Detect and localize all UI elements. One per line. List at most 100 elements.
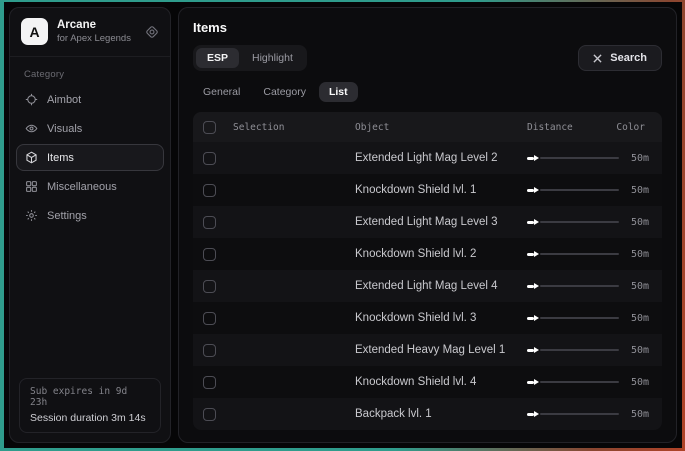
column-header-object: Object (355, 122, 527, 133)
slider-track[interactable] (540, 157, 619, 159)
sidebar-item-aimbot[interactable]: Aimbot (16, 86, 164, 113)
distance-value: 50m (631, 217, 649, 228)
grid-icon (25, 180, 38, 193)
select-all-checkbox[interactable] (203, 121, 216, 134)
slider-track[interactable] (540, 349, 619, 351)
column-header-color: Color (614, 122, 654, 133)
table-row: Extended Heavy Mag Level 1 50m (193, 334, 662, 366)
distance-slider[interactable] (527, 187, 619, 193)
slider-track[interactable] (540, 253, 619, 255)
tab-highlight[interactable]: Highlight (241, 48, 304, 68)
screen-frame: A Arcane for Apex Legends Category (0, 0, 685, 451)
table-row: Extended Light Mag Level 2 50m (193, 142, 662, 174)
slider-thumb-head (534, 155, 539, 161)
main-panel: Items ESP Highlight Search General Categ… (178, 7, 677, 443)
search-button[interactable]: Search (578, 45, 662, 71)
slider-thumb[interactable] (527, 189, 534, 192)
sidebar: A Arcane for Apex Legends Category (9, 7, 171, 443)
category-label: Category (10, 57, 170, 85)
object-name: Extended Light Mag Level 3 (355, 216, 527, 228)
distance-value: 50m (631, 153, 649, 164)
slider-track[interactable] (540, 189, 619, 191)
slider-thumb-head (534, 283, 539, 289)
row-checkbox[interactable] (203, 376, 216, 389)
distance-slider[interactable] (527, 219, 619, 225)
row-checkbox[interactable] (203, 344, 216, 357)
items-table: Selection Object Distance Color Extended… (193, 112, 662, 430)
object-name: Extended Light Mag Level 2 (355, 152, 527, 164)
distance-value: 50m (631, 185, 649, 196)
page-title: Items (193, 20, 662, 35)
distance-slider[interactable] (527, 379, 619, 385)
column-header-selection: Selection (233, 122, 355, 133)
row-checkbox[interactable] (203, 152, 216, 165)
row-checkbox[interactable] (203, 280, 216, 293)
tab-list[interactable]: List (319, 82, 358, 102)
row-checkbox[interactable] (203, 184, 216, 197)
object-name: Extended Light Mag Level 4 (355, 280, 527, 292)
sidebar-item-label: Items (47, 152, 74, 164)
session-duration: Session duration 3m 14s (30, 412, 150, 424)
slider-thumb[interactable] (527, 349, 534, 352)
sidebar-item-label: Settings (47, 210, 87, 222)
table-row: Knockdown Shield lvl. 4 50m (193, 366, 662, 398)
mode-switch: ESP Highlight (193, 45, 307, 71)
app-logo: A (21, 18, 48, 45)
table-row: Knockdown Shield lvl. 1 50m (193, 174, 662, 206)
sidebar-nav: Aimbot Visuals Items (10, 85, 170, 230)
slider-thumb[interactable] (527, 317, 534, 320)
slider-thumb[interactable] (527, 381, 534, 384)
sidebar-item-items[interactable]: Items (16, 144, 164, 171)
object-name: Knockdown Shield lvl. 3 (355, 312, 527, 324)
view-tabs: General Category List (193, 82, 662, 102)
slider-track[interactable] (540, 381, 619, 383)
table-body: Extended Light Mag Level 2 50m Knockdown… (193, 142, 662, 430)
table-row: Extended Light Mag Level 3 50m (193, 206, 662, 238)
distance-slider[interactable] (527, 315, 619, 321)
slider-thumb[interactable] (527, 413, 534, 416)
slider-thumb[interactable] (527, 253, 534, 256)
slider-track[interactable] (540, 317, 619, 319)
slider-thumb-head (534, 219, 539, 225)
sidebar-item-visuals[interactable]: Visuals (16, 115, 164, 142)
app-name: Arcane (57, 19, 131, 31)
distance-slider[interactable] (527, 155, 619, 161)
distance-slider[interactable] (527, 251, 619, 257)
object-name: Knockdown Shield lvl. 4 (355, 376, 527, 388)
tab-category[interactable]: Category (253, 82, 316, 102)
controls-row: ESP Highlight Search (193, 45, 662, 71)
app-window: A Arcane for Apex Legends Category (4, 2, 682, 448)
sidebar-item-label: Visuals (47, 123, 82, 135)
table-header: Selection Object Distance Color (193, 112, 662, 142)
tab-general[interactable]: General (193, 82, 250, 102)
slider-track[interactable] (540, 221, 619, 223)
row-checkbox[interactable] (203, 408, 216, 421)
search-icon (593, 54, 602, 63)
distance-slider[interactable] (527, 411, 619, 417)
sidebar-item-settings[interactable]: Settings (16, 202, 164, 229)
slider-thumb[interactable] (527, 221, 534, 224)
table-row: Extended Light Mag Level 4 50m (193, 270, 662, 302)
distance-value: 50m (631, 345, 649, 356)
emblem-icon[interactable] (145, 25, 159, 39)
session-info-box: Sub expires in 9d 23h Session duration 3… (19, 378, 161, 433)
slider-track[interactable] (540, 285, 619, 287)
slider-thumb[interactable] (527, 285, 534, 288)
crosshair-icon (25, 93, 38, 106)
sidebar-item-miscellaneous[interactable]: Miscellaneous (16, 173, 164, 200)
distance-value: 50m (631, 409, 649, 420)
row-checkbox[interactable] (203, 312, 216, 325)
slider-thumb-head (534, 411, 539, 417)
distance-slider[interactable] (527, 283, 619, 289)
distance-slider[interactable] (527, 347, 619, 353)
app-subtitle: for Apex Legends (57, 33, 131, 44)
sidebar-item-label: Miscellaneous (47, 181, 117, 193)
slider-track[interactable] (540, 413, 619, 415)
eye-icon (25, 122, 38, 135)
row-checkbox[interactable] (203, 216, 216, 229)
slider-thumb[interactable] (527, 157, 534, 160)
tab-esp[interactable]: ESP (196, 48, 239, 68)
row-checkbox[interactable] (203, 248, 216, 261)
box-icon (25, 151, 38, 164)
sidebar-header: A Arcane for Apex Legends (10, 8, 170, 57)
